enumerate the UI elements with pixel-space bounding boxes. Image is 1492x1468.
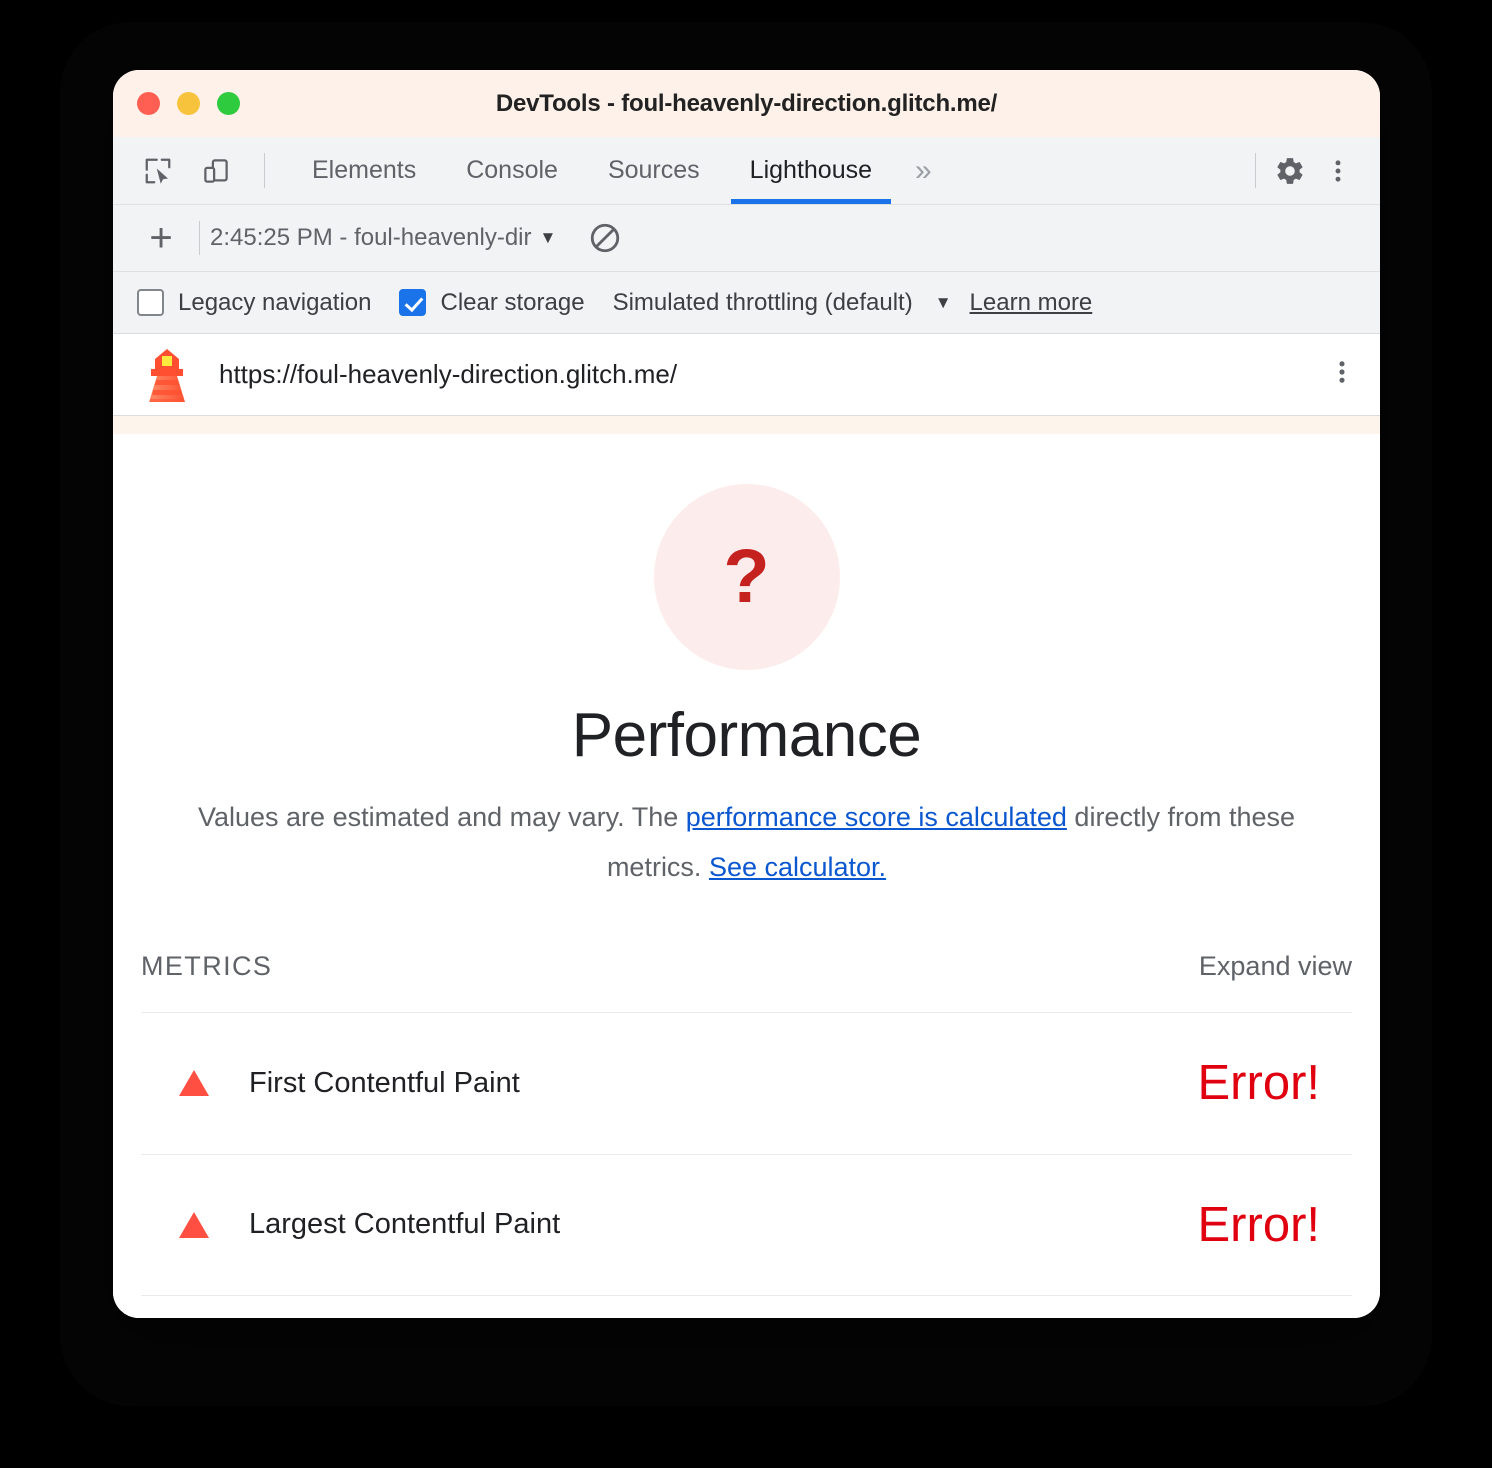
lighthouse-report-body: ? Performance Values are estimated and m… [113,434,1380,1318]
minimize-window-button[interactable] [177,92,200,115]
report-run-selector-value: 2:45:25 PM - foul-heavenly-dir [210,224,532,251]
tab-elements-label: Elements [312,156,417,184]
metric-name: First Contentful Paint [249,1066,520,1099]
lighthouse-actionbar: + 2:45:25 PM - foul-heavenly-dir ▼ [113,205,1380,272]
new-report-button[interactable]: + [137,214,185,262]
device-toolbar-icon[interactable] [192,147,240,195]
tabstrip-right-controls [1241,137,1380,204]
panel-tabs: Elements Console Sources Lighthouse » [287,137,950,204]
performance-score-gauge: ? [653,484,840,670]
throttling-selector[interactable]: Simulated throttling (default) ▼ [613,289,952,317]
clear-storage-checkbox[interactable] [399,289,427,316]
window-controls [113,92,240,115]
score-value: ? [723,534,770,619]
chevron-down-icon: ▼ [539,228,557,247]
kebab-menu-icon[interactable] [1314,147,1362,195]
tab-elements[interactable]: Elements [287,137,441,204]
devtools-tabstrip: Elements Console Sources Lighthouse » [113,137,1380,205]
see-calculator-link[interactable]: See calculator. [709,852,886,882]
close-window-button[interactable] [137,92,160,115]
devtools-window: DevTools - foul-heavenly-direction.glitc… [113,70,1380,1318]
inspect-cursor-icon[interactable] [134,147,182,195]
desktop-backdrop: DevTools - foul-heavenly-direction.glitc… [0,0,1492,1468]
legacy-navigation-checkbox[interactable] [137,289,164,316]
tab-lighthouse-label: Lighthouse [749,156,872,184]
metrics-list: First Contentful Paint Error! Largest Co… [113,1011,1380,1296]
report-url: https://foul-heavenly-direction.glitch.m… [219,359,678,389]
report-header-band [113,416,1380,434]
report-url-row: https://foul-heavenly-direction.glitch.m… [113,334,1380,416]
metric-value: Error! [1197,1197,1321,1252]
performance-score-link[interactable]: performance score is calculated [686,802,1067,832]
devtools-tool-icons [113,137,275,204]
warning-triangle-icon [179,1211,209,1238]
no-entry-icon[interactable] [582,215,628,261]
throttling-label: Simulated throttling (default) [612,288,913,316]
metric-value: Error! [1197,1056,1321,1111]
tab-sources-label: Sources [607,156,700,184]
maximize-window-button[interactable] [217,92,240,115]
actionbar-divider [199,221,200,255]
table-row[interactable]: Largest Contentful Paint Error! [141,1153,1352,1296]
window-titlebar: DevTools - foul-heavenly-direction.glitc… [113,70,1380,137]
gear-icon[interactable] [1266,147,1314,195]
report-run-selector[interactable]: 2:45:25 PM - foul-heavenly-dir ▼ [210,224,556,252]
table-row[interactable]: First Contentful Paint Error! [141,1011,1352,1154]
score-gauge-wrap: ? [113,484,1380,670]
toolbar-right-divider [1255,153,1256,188]
tab-sources[interactable]: Sources [583,137,725,204]
metrics-header: METRICS Expand view [113,951,1380,982]
category-description: Values are estimated and may vary. The p… [113,793,1380,893]
lighthouse-logo-icon [149,348,185,402]
description-part-1: Values are estimated and may vary. The [197,802,686,832]
chevron-down-icon: ▼ [934,292,952,312]
tab-console[interactable]: Console [441,137,583,204]
report-options-kebab-icon[interactable] [1328,355,1356,394]
warning-triangle-icon [179,1070,209,1097]
legacy-navigation-option[interactable]: Legacy navigation [137,289,371,317]
learn-more-link[interactable]: Learn more [970,289,1093,317]
clear-storage-label: Clear storage [440,288,585,316]
lighthouse-options-bar: Legacy navigation Clear storage Simulate… [113,272,1380,334]
legacy-navigation-label: Legacy navigation [178,288,372,316]
window-title: DevTools - foul-heavenly-direction.glitc… [495,89,998,117]
tab-lighthouse[interactable]: Lighthouse [725,137,897,204]
expand-view-toggle[interactable]: Expand view [1199,951,1352,982]
toolbar-divider [264,153,265,188]
metrics-section-label: METRICS [141,950,273,981]
tab-console-label: Console [466,156,558,184]
page-title: Performance [571,701,922,770]
clear-storage-option[interactable]: Clear storage [399,288,585,317]
tabs-overflow-icon[interactable]: » [897,137,950,204]
metric-name: Largest Contentful Paint [249,1208,561,1241]
